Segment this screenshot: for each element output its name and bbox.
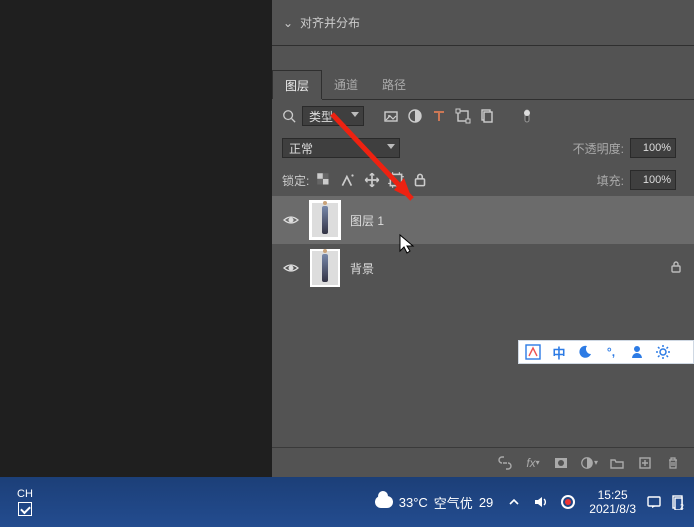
taskbar-lang-label: CH xyxy=(0,488,50,500)
layer-row[interactable]: 图层 1 xyxy=(272,196,694,244)
visibility-toggle[interactable] xyxy=(282,211,300,229)
align-panel-title: 对齐并分布 xyxy=(300,14,360,31)
caret-down-icon xyxy=(351,112,359,117)
link-layers-button[interactable] xyxy=(496,454,514,472)
tab-layers[interactable]: 图层 xyxy=(272,70,322,99)
filter-pixel-icon[interactable] xyxy=(382,107,400,125)
lock-position-icon[interactable] xyxy=(363,171,381,189)
lock-label: 锁定: xyxy=(282,172,309,189)
layer-row[interactable]: 背景 xyxy=(272,244,694,292)
tray-record[interactable] xyxy=(561,495,575,509)
lock-row: 锁定: 填充: 100% xyxy=(272,164,694,196)
new-layer-button[interactable] xyxy=(636,454,654,472)
blend-mode-dropdown[interactable]: 正常 xyxy=(282,138,400,158)
filter-kind-dropdown[interactable]: 类型 xyxy=(302,106,364,126)
lock-icon xyxy=(668,259,684,278)
taskbar[interactable]: CH 33°C 空气优 29 15:25 2021/8/3 2 xyxy=(0,477,694,527)
adjustment-layer-button[interactable]: ▾ xyxy=(580,454,598,472)
fill-label: 填充: xyxy=(597,172,624,189)
blend-mode-label: 正常 xyxy=(289,140,313,157)
tray-action-center[interactable] xyxy=(644,492,664,512)
caret-down-icon xyxy=(387,144,395,149)
ime-mode-button[interactable]: 中 xyxy=(549,342,569,362)
visibility-toggle[interactable] xyxy=(282,259,300,277)
layer-thumbnail[interactable] xyxy=(310,249,340,287)
tray-notifications[interactable]: 2 xyxy=(668,492,688,512)
ime-settings-icon[interactable] xyxy=(653,342,673,362)
blend-row: 正常 不透明度: 100% xyxy=(272,132,694,164)
tab-channels[interactable]: 通道 xyxy=(322,70,370,99)
taskbar-weather[interactable]: 33°C 空气优 29 xyxy=(375,493,494,512)
canvas-area[interactable] xyxy=(0,0,272,477)
ime-punct-icon[interactable]: °, xyxy=(601,342,621,362)
group-button[interactable] xyxy=(608,454,626,472)
lock-artboard-icon[interactable] xyxy=(387,171,405,189)
clock-time: 15:25 xyxy=(589,488,636,502)
lock-transparent-icon[interactable] xyxy=(315,171,333,189)
layers-list: 图层 1 背景 xyxy=(272,196,694,447)
layer-style-button[interactable]: fx▾ xyxy=(524,454,542,472)
delete-layer-button[interactable] xyxy=(664,454,682,472)
weather-temp: 33°C xyxy=(399,495,428,510)
tray-chevron[interactable] xyxy=(507,495,521,509)
opacity-input[interactable]: 100% xyxy=(630,138,676,158)
filter-kind-label: 类型 xyxy=(309,108,333,125)
checkbox-icon xyxy=(18,502,32,516)
weather-air-value: 29 xyxy=(479,495,493,510)
tab-paths[interactable]: 路径 xyxy=(370,70,418,99)
panel-tabs: 图层 通道 路径 xyxy=(272,70,694,100)
ime-toolbar[interactable]: 中 °, xyxy=(518,340,694,364)
chevron-down-icon: ⌄ xyxy=(282,16,294,30)
layer-name[interactable]: 背景 xyxy=(350,260,374,277)
clock-date: 2021/8/3 xyxy=(589,502,636,516)
taskbar-clock[interactable]: 15:25 2021/8/3 xyxy=(589,488,636,517)
layer-mask-button[interactable] xyxy=(552,454,570,472)
ime-person-icon[interactable] xyxy=(627,342,647,362)
filter-type-icon[interactable] xyxy=(430,107,448,125)
panels-area: ⌄ 对齐并分布 图层 通道 路径 类型 正常 不透明度: 100% 锁定: xyxy=(272,0,694,477)
filter-shape-icon[interactable] xyxy=(454,107,472,125)
layer-filter-row: 类型 xyxy=(272,100,694,132)
cloud-icon xyxy=(375,496,393,508)
layers-footer: fx▾ ▾ xyxy=(272,447,694,477)
ime-logo-icon[interactable] xyxy=(523,342,543,362)
lock-image-icon[interactable] xyxy=(339,171,357,189)
filter-toggle-switch[interactable] xyxy=(518,107,536,125)
filter-adjustment-icon[interactable] xyxy=(406,107,424,125)
ime-moon-icon[interactable] xyxy=(575,342,595,362)
fill-input[interactable]: 100% xyxy=(630,170,676,190)
lock-all-icon[interactable] xyxy=(411,171,429,189)
svg-text:2: 2 xyxy=(680,504,684,510)
search-icon xyxy=(282,109,296,123)
filter-smartobject-icon[interactable] xyxy=(478,107,496,125)
align-distribute-panel-header[interactable]: ⌄ 对齐并分布 xyxy=(272,0,694,46)
layer-thumbnail[interactable] xyxy=(310,201,340,239)
weather-air-label: 空气优 xyxy=(434,493,473,512)
opacity-label: 不透明度: xyxy=(573,140,624,157)
layer-name[interactable]: 图层 1 xyxy=(350,212,384,229)
tray-volume[interactable] xyxy=(533,494,549,510)
taskbar-lang[interactable]: CH xyxy=(0,488,50,516)
